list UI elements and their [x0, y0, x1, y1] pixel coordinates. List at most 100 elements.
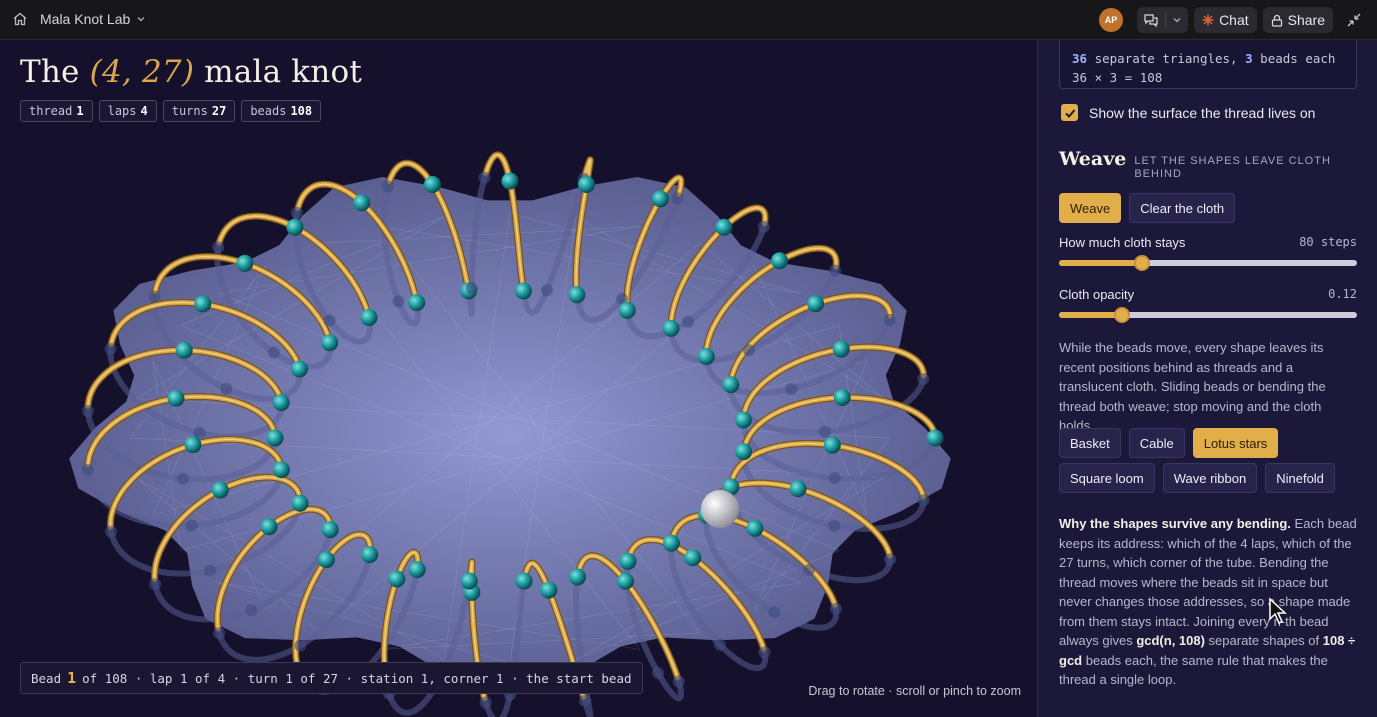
pattern-wave-ribbon-button[interactable]: Wave ribbon	[1162, 463, 1258, 493]
bead[interactable]	[832, 340, 850, 358]
bead[interactable]	[515, 572, 533, 590]
bead[interactable]	[148, 290, 161, 303]
bead[interactable]	[408, 294, 426, 312]
surface-toggle[interactable]: Show the surface the thread lives on	[1061, 104, 1315, 121]
bead[interactable]	[193, 427, 206, 439]
bead[interactable]	[697, 348, 715, 366]
bead[interactable]	[213, 627, 226, 640]
bead[interactable]	[321, 334, 339, 352]
pattern-basket-button[interactable]: Basket	[1059, 428, 1121, 458]
home-icon[interactable]	[12, 11, 28, 27]
bead[interactable]	[105, 525, 118, 538]
bead[interactable]	[478, 171, 491, 184]
bead[interactable]	[104, 342, 117, 355]
bead[interactable]	[175, 341, 193, 359]
bead[interactable]	[651, 190, 669, 208]
bead[interactable]	[829, 264, 842, 277]
collapse-icon[interactable]	[1343, 9, 1365, 31]
bead[interactable]	[291, 360, 308, 378]
bead[interactable]	[408, 561, 426, 579]
cloth-opacity-thumb[interactable]	[1113, 307, 1130, 323]
bead[interactable]	[803, 563, 816, 576]
bead[interactable]	[617, 572, 634, 590]
bead[interactable]	[715, 218, 733, 236]
bead[interactable]	[388, 570, 406, 588]
bead[interactable]	[682, 315, 694, 328]
cloth-stays-slider[interactable]: How much cloth stays 80 steps	[1059, 235, 1357, 271]
bead[interactable]	[177, 472, 190, 485]
bead[interactable]	[392, 295, 405, 308]
bead[interactable]	[578, 694, 591, 707]
bead[interactable]	[662, 319, 680, 337]
pattern-square-loom-button[interactable]: Square loom	[1059, 463, 1155, 493]
bead[interactable]	[317, 551, 335, 569]
app-title-dropdown[interactable]: Mala Knot Lab	[40, 11, 146, 27]
conversations-menu[interactable]	[1137, 7, 1189, 33]
bead[interactable]	[321, 521, 339, 539]
cloth-opacity-track[interactable]	[1059, 307, 1357, 323]
bead[interactable]	[465, 282, 478, 295]
bead[interactable]	[220, 382, 233, 395]
bead[interactable]	[381, 180, 394, 193]
bead[interactable]	[742, 344, 755, 357]
pattern-cable-button[interactable]: Cable	[1128, 428, 1185, 458]
bead[interactable]	[828, 472, 841, 485]
bead[interactable]	[917, 373, 930, 385]
surface-checkbox[interactable]	[1061, 104, 1078, 121]
bead[interactable]	[360, 309, 378, 326]
bead[interactable]	[540, 581, 558, 599]
bead[interactable]	[569, 568, 586, 586]
bead[interactable]	[619, 552, 637, 570]
bead[interactable]	[662, 534, 680, 552]
cloth-stays-track[interactable]	[1059, 255, 1357, 271]
bead[interactable]	[652, 666, 664, 679]
bead[interactable]	[272, 461, 290, 479]
bead[interactable]	[807, 295, 825, 313]
bead[interactable]	[829, 602, 842, 615]
bead[interactable]	[353, 194, 371, 212]
bead[interactable]	[514, 282, 532, 300]
bead[interactable]	[785, 383, 798, 396]
start-bead[interactable]	[701, 490, 739, 528]
pattern-ninefold-button[interactable]: Ninefold	[1265, 463, 1335, 493]
clear-cloth-button[interactable]: Clear the cloth	[1129, 193, 1236, 223]
bead[interactable]	[236, 254, 254, 272]
bead[interactable]	[768, 606, 781, 619]
bead[interactable]	[734, 411, 752, 429]
bead[interactable]	[917, 494, 930, 507]
bead[interactable]	[926, 429, 944, 447]
bead[interactable]	[735, 443, 753, 461]
bead[interactable]	[771, 252, 789, 270]
bead[interactable]	[671, 192, 684, 205]
bead[interactable]	[185, 519, 198, 532]
bead[interactable]	[294, 639, 307, 652]
weave-button[interactable]: Weave	[1059, 193, 1122, 223]
bead[interactable]	[81, 463, 94, 476]
bead[interactable]	[149, 578, 162, 591]
bead[interactable]	[819, 425, 832, 438]
bead[interactable]	[211, 481, 229, 499]
bead[interactable]	[260, 518, 278, 536]
chat-button[interactable]: Chat	[1194, 7, 1257, 33]
bead[interactable]	[746, 519, 764, 537]
bead[interactable]	[424, 176, 441, 193]
bead[interactable]	[758, 646, 771, 659]
bead[interactable]	[81, 405, 94, 417]
bead[interactable]	[789, 480, 807, 498]
bead[interactable]	[291, 494, 309, 512]
bead[interactable]	[501, 172, 519, 190]
bead[interactable]	[884, 553, 897, 566]
bead[interactable]	[267, 346, 280, 359]
bead[interactable]	[713, 638, 726, 651]
bead[interactable]	[272, 394, 290, 412]
bead[interactable]	[286, 218, 304, 236]
bead[interactable]	[290, 206, 303, 219]
bead[interactable]	[672, 675, 685, 688]
bead[interactable]	[203, 564, 216, 577]
bead[interactable]	[578, 176, 595, 193]
bead[interactable]	[684, 549, 702, 567]
bead[interactable]	[167, 389, 185, 407]
bead[interactable]	[883, 313, 896, 326]
bead[interactable]	[245, 604, 258, 617]
bead[interactable]	[541, 284, 553, 297]
